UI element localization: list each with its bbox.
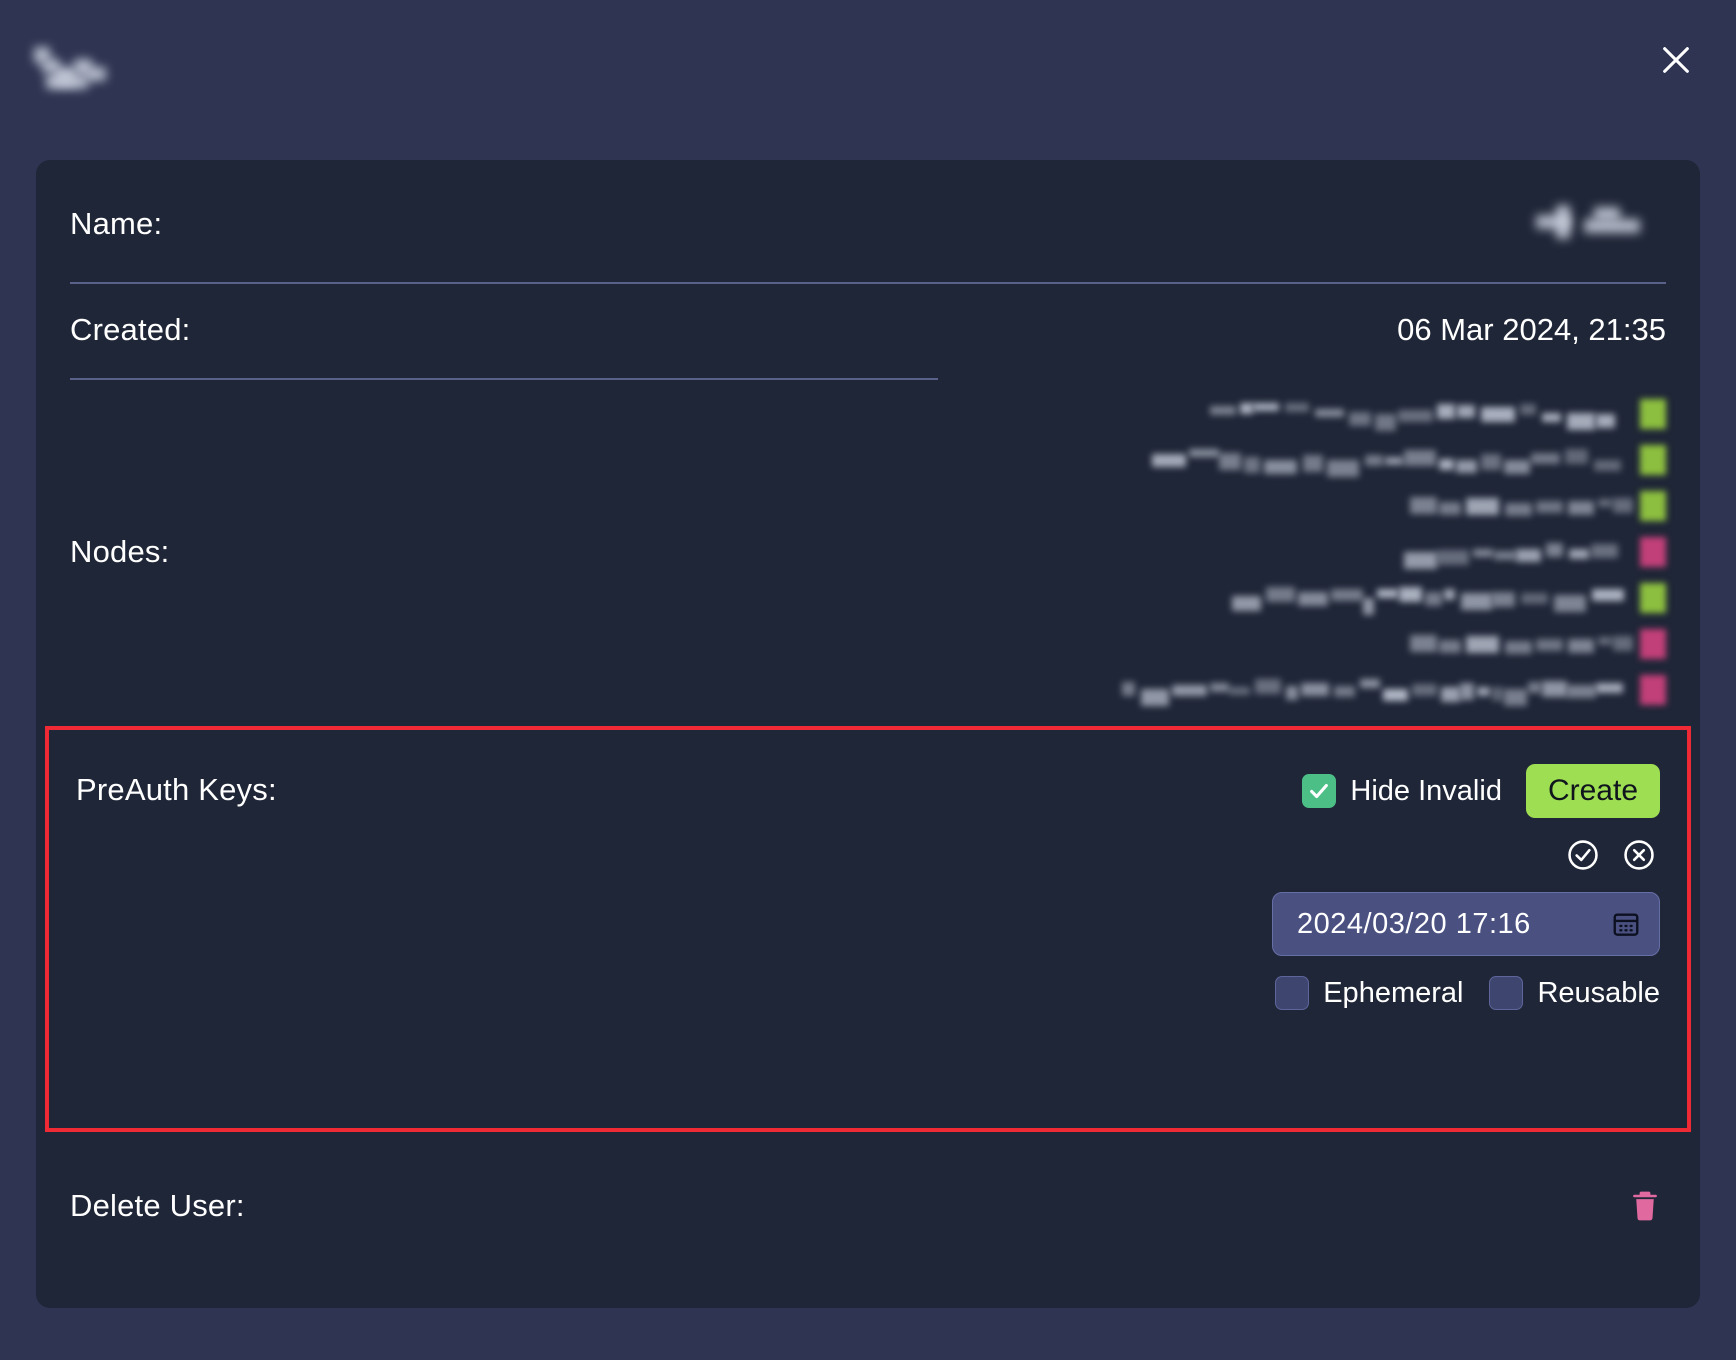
node-name-redacted: [1210, 399, 1622, 431]
node-name-redacted: [1404, 537, 1622, 569]
create-preauth-key-button[interactable]: Create: [1525, 764, 1660, 818]
name-label: Name:: [70, 206, 163, 241]
preauth-keys-section: PreAuth Keys: Hide Invalid Create 2024/0…: [45, 726, 1691, 1132]
preauth-confirm-cancel-row: [1566, 838, 1660, 872]
check-icon: [1310, 783, 1329, 799]
node-name-redacted: [1152, 445, 1622, 477]
node-row[interactable]: [1152, 443, 1666, 477]
hide-invalid-group[interactable]: Hide Invalid: [1302, 774, 1502, 808]
name-value-redacted: [1516, 203, 1666, 245]
dialog-header: [0, 0, 1736, 150]
reusable-group[interactable]: Reusable: [1489, 976, 1660, 1010]
node-row[interactable]: [1122, 673, 1666, 707]
row-nodes: Nodes:: [70, 378, 1666, 726]
row-delete-user: Delete User:: [70, 1158, 1666, 1254]
node-status-indicator: [1640, 675, 1666, 705]
created-value: 06 Mar 2024, 21:35: [1397, 312, 1666, 347]
preauth-keys-label: PreAuth Keys:: [76, 772, 277, 807]
preauth-expiry-input[interactable]: 2024/03/20 17:16: [1272, 892, 1660, 956]
row-created: Created: 06 Mar 2024, 21:35: [70, 282, 1666, 378]
delete-user-label: Delete User:: [70, 1188, 245, 1223]
preauth-flags-row: Ephemeral Reusable: [1275, 976, 1660, 1010]
nodes-list: [1122, 397, 1666, 707]
user-detail-card: Name: Created: 06 Mar 2024, 21:35 Nodes:…: [36, 160, 1700, 1308]
row-name: Name:: [70, 160, 1666, 282]
node-name-redacted: [1410, 629, 1633, 659]
node-status-indicator: [1640, 491, 1666, 521]
node-name-redacted: [1232, 583, 1624, 615]
calendar-icon[interactable]: [1611, 909, 1641, 939]
ephemeral-checkbox[interactable]: [1275, 976, 1310, 1010]
trash-icon: [1633, 1191, 1657, 1221]
dialog-title-redacted: [30, 45, 110, 95]
node-row[interactable]: [1232, 581, 1666, 615]
node-row[interactable]: [1410, 489, 1666, 523]
x-circle-icon[interactable]: [1622, 838, 1656, 872]
delete-user-button[interactable]: [1626, 1184, 1666, 1228]
check-circle-icon[interactable]: [1566, 838, 1600, 872]
reusable-label: Reusable: [1537, 976, 1660, 1009]
node-status-indicator: [1640, 629, 1666, 659]
hide-invalid-checkbox[interactable]: [1302, 774, 1337, 808]
node-name-redacted: [1410, 491, 1633, 521]
ephemeral-group[interactable]: Ephemeral: [1275, 976, 1463, 1010]
node-status-indicator: [1640, 399, 1666, 429]
preauth-expiry-value: 2024/03/20 17:16: [1297, 907, 1531, 940]
node-status-indicator: [1640, 537, 1666, 567]
node-status-indicator: [1640, 583, 1666, 613]
reusable-checkbox[interactable]: [1489, 976, 1524, 1010]
hide-invalid-label: Hide Invalid: [1350, 774, 1502, 807]
close-button[interactable]: [1652, 36, 1700, 84]
close-icon: [1663, 47, 1689, 73]
nodes-label: Nodes:: [70, 534, 170, 569]
preauth-toolbar: Hide Invalid Create: [1302, 764, 1660, 818]
created-label: Created:: [70, 312, 191, 347]
preauth-controls: Hide Invalid Create 2024/03/20 17:16 Eph…: [1272, 760, 1660, 1010]
node-row[interactable]: [1404, 535, 1666, 569]
node-row[interactable]: [1410, 627, 1666, 661]
node-row[interactable]: [1210, 397, 1666, 431]
node-status-indicator: [1640, 445, 1666, 475]
node-name-redacted: [1122, 675, 1623, 706]
ephemeral-label: Ephemeral: [1323, 976, 1464, 1009]
